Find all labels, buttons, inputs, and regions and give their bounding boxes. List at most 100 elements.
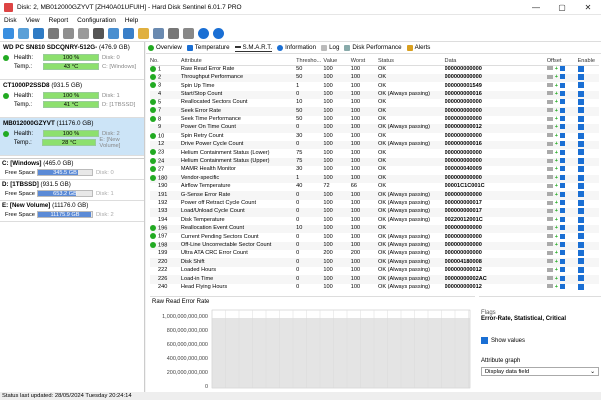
disk-item-1[interactable]: CT1000P2SSD8 (931.5 GB) Health: 100 % Disk…	[0, 80, 144, 118]
table-row[interactable]: 194 Disk Temperature 0 100 100 OK (Always pas…	[150, 216, 599, 225]
offset-edit-icon[interactable]	[559, 191, 565, 197]
offset-plus-icon[interactable]: +	[555, 183, 558, 191]
offset-plus-icon[interactable]: +	[555, 242, 558, 250]
offset-edit-icon[interactable]	[559, 65, 565, 71]
offset-minus-icon[interactable]	[546, 141, 553, 146]
offset-edit-icon[interactable]	[559, 267, 565, 273]
menu-report[interactable]: Report	[49, 17, 69, 24]
offset-plus-icon[interactable]: +	[555, 74, 558, 82]
enable-checkbox[interactable]	[577, 283, 584, 290]
enable-checkbox[interactable]	[577, 141, 584, 148]
enable-checkbox[interactable]	[577, 191, 584, 198]
offset-edit-icon[interactable]	[559, 283, 565, 289]
table-row[interactable]: 12 Drive Power Cycle Count 0 100 100 OK (Alwa…	[150, 141, 599, 150]
offset-edit-icon[interactable]	[559, 258, 565, 264]
offset-minus-icon[interactable]	[546, 99, 553, 104]
offset-minus-icon[interactable]	[546, 250, 553, 255]
enable-checkbox[interactable]	[577, 99, 584, 106]
offset-edit-icon[interactable]	[559, 200, 565, 205]
offset-plus-icon[interactable]: +	[555, 133, 558, 141]
enable-checkbox[interactable]	[577, 258, 584, 265]
volume-item-c[interactable]: C: [Windows] (465.0 GB) Free Space 345.5 …	[0, 159, 144, 180]
column-header[interactable]: Attribute	[180, 58, 297, 66]
table-row[interactable]: 199 Ultra ATA CRC Error Count 0 200 200 OK (A…	[150, 250, 599, 258]
offset-plus-icon[interactable]: +	[555, 141, 558, 149]
offset-minus-icon[interactable]	[546, 200, 553, 205]
menu-view[interactable]: View	[26, 17, 40, 24]
table-row[interactable]: 5 Reallocated Sectors Count 10 100 100 OK 0000…	[150, 99, 599, 107]
table-row[interactable]: 27 MAMR Health Monitor 30 100 100 OK 000000040…	[150, 166, 599, 174]
offset-plus-icon[interactable]: +	[555, 208, 558, 216]
offset-plus-icon[interactable]: +	[555, 175, 558, 183]
menu-help[interactable]: Help	[125, 17, 138, 24]
enable-checkbox[interactable]	[577, 149, 584, 156]
test-icon[interactable]	[48, 28, 59, 39]
offset-minus-icon[interactable]	[546, 158, 553, 163]
offset-minus-icon[interactable]	[546, 175, 553, 180]
table-row[interactable]: 198 Off-Line Uncorrectable Sector Count 0 1…	[150, 241, 599, 251]
column-header[interactable]: Enable	[577, 58, 599, 66]
enable-checkbox[interactable]	[577, 241, 584, 248]
offset-edit-icon[interactable]	[559, 208, 565, 214]
offset-edit-icon[interactable]	[559, 183, 565, 189]
offset-minus-icon[interactable]	[546, 284, 553, 289]
column-header[interactable]: Status	[378, 58, 445, 66]
offset-edit-icon[interactable]	[559, 107, 565, 113]
enable-checkbox[interactable]	[577, 199, 584, 206]
offset-minus-icon[interactable]	[546, 66, 553, 71]
table-row[interactable]: 191 G-Sense Error Rate 0 100 100 OK (Always p…	[150, 191, 599, 200]
table-row[interactable]: 8 Seek Time Performance 50 100 100 OK 00000000…	[150, 115, 599, 124]
menu-configuration[interactable]: Configuration	[77, 17, 116, 24]
table-row[interactable]: 220 Disk Shift 0 100 100 OK (Always passing) 0…	[150, 258, 599, 267]
offset-edit-icon[interactable]	[559, 225, 565, 231]
offset-minus-icon[interactable]	[546, 91, 553, 96]
offset-edit-icon[interactable]	[559, 124, 565, 130]
offset-minus-icon[interactable]	[546, 242, 553, 247]
enable-checkbox[interactable]	[577, 65, 584, 72]
offset-edit-icon[interactable]	[559, 216, 565, 222]
offset-edit-icon[interactable]	[559, 166, 565, 172]
offset-minus-icon[interactable]	[546, 217, 553, 222]
column-header[interactable]: Worst	[350, 58, 379, 66]
disk-item-2[interactable]: MB012000GZYVT (11176.0 GB) Health: 100 % D…	[0, 118, 144, 156]
offset-plus-icon[interactable]: +	[555, 259, 558, 267]
column-header[interactable]: Value	[323, 58, 351, 66]
attribute-graph-select[interactable]: Display data field ⌄	[481, 367, 599, 376]
offset-edit-icon[interactable]	[559, 174, 565, 180]
enable-checkbox[interactable]	[577, 208, 584, 215]
tab-temperature[interactable]: Temperature	[186, 44, 230, 51]
report-icon[interactable]	[108, 28, 119, 39]
enable-checkbox[interactable]	[577, 182, 584, 189]
offset-minus-icon[interactable]	[546, 183, 553, 188]
offset-minus-icon[interactable]	[546, 267, 553, 272]
offset-edit-icon[interactable]	[559, 74, 565, 80]
volume-item-e[interactable]: E: [New Volume] (11176.0 GB) Free Space 1…	[0, 201, 144, 222]
enable-checkbox[interactable]	[577, 216, 584, 223]
offset-plus-icon[interactable]: +	[555, 192, 558, 200]
offset-edit-icon[interactable]	[559, 132, 565, 138]
tools-icon[interactable]	[183, 28, 194, 39]
table-row[interactable]: 1 Raw Read Error Rate 50 100 100 OK 0000000000…	[150, 65, 599, 74]
surface-test-icon[interactable]	[63, 28, 74, 39]
table-row[interactable]: 180 Vendor-specific 1 100 100 OK 000000000000 +	[150, 174, 599, 183]
enable-checkbox[interactable]	[577, 124, 584, 131]
offset-plus-icon[interactable]: +	[555, 225, 558, 233]
offset-edit-icon[interactable]	[559, 90, 565, 96]
offset-edit-icon[interactable]	[559, 241, 565, 247]
show-values-checkbox[interactable]: Show values	[479, 337, 601, 344]
spindown-icon[interactable]	[93, 28, 104, 39]
offset-plus-icon[interactable]: +	[555, 234, 558, 242]
column-header[interactable]: Offset	[546, 58, 578, 66]
offset-plus-icon[interactable]: +	[555, 83, 558, 91]
enable-checkbox[interactable]	[577, 250, 584, 257]
offset-minus-icon[interactable]	[546, 276, 553, 281]
tab-disk-performance[interactable]: Disk Performance	[344, 44, 402, 51]
offset-plus-icon[interactable]: +	[555, 108, 558, 116]
offset-minus-icon[interactable]	[546, 74, 553, 79]
offset-plus-icon[interactable]: +	[555, 116, 558, 124]
table-row[interactable]: 192 Power off Retract Cycle Count 0 100 100 O…	[150, 199, 599, 208]
tab-information[interactable]: Information	[277, 44, 316, 51]
volume-item-d[interactable]: D: [1TBSSD] (931.5 GB) Free Space 653.2 G…	[0, 180, 144, 201]
table-row[interactable]: 10 Spin Retry Count 30 100 100 OK 000000000000…	[150, 132, 599, 141]
offset-minus-icon[interactable]	[546, 225, 553, 230]
